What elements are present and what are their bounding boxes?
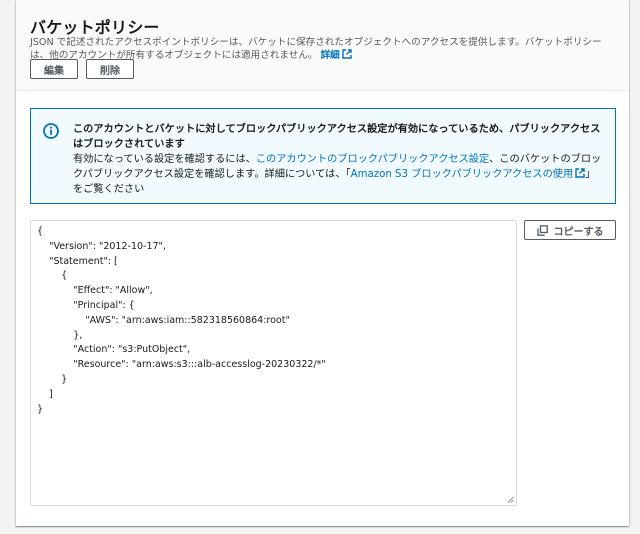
delete-button[interactable]: 削除 (86, 59, 134, 79)
s3-bpa-docs-link[interactable]: Amazon S3 ブロックパブリックアクセスの使用 (350, 168, 586, 180)
resize-handle-icon[interactable] (507, 496, 514, 503)
copy-button[interactable]: コピーする (524, 220, 616, 240)
external-link-icon (342, 49, 352, 59)
info-circle-icon (43, 123, 59, 139)
alert-title: このアカウントとバケットに対してブロックパブリックアクセス設定が有効になっている… (73, 124, 601, 150)
bucket-policy-panel: バケットポリシー JSON で記述されたアクセスポイントポリシーは、バケットに保… (16, 0, 629, 526)
info-alert: このアカウントとバケットに対してブロックパブリックアクセス設定が有効になっている… (30, 108, 616, 204)
details-link-label: 詳細 (320, 50, 340, 61)
details-link[interactable]: 詳細 (320, 49, 352, 61)
account-bpa-settings-link[interactable]: このアカウントのブロックパブリックアクセス設定 (256, 154, 489, 165)
copy-icon (536, 224, 548, 236)
external-link-icon (575, 168, 585, 178)
policy-json-viewer[interactable]: { "Version": "2012-10-17", "Statement": … (30, 220, 517, 506)
copy-button-label: コピーする (553, 226, 604, 238)
description-text: JSON で記述されたアクセスポイントポリシーは、バケットに保存されたオブジェク… (30, 37, 602, 61)
edit-button[interactable]: 編集 (30, 59, 78, 79)
policy-json-text: { "Version": "2012-10-17", "Statement": … (37, 226, 326, 415)
alert-body: 有効になっている設定を確認するには、このアカウントのブロックパブリックアクセス設… (73, 152, 603, 197)
panel-header: バケットポリシー JSON で記述されたアクセスポイントポリシーは、バケットに保… (16, 0, 629, 91)
s3-bpa-docs-link-label: Amazon S3 ブロックパブリックアクセスの使用 (350, 169, 574, 180)
alert-body-prefix: 有効になっている設定を確認するには、 (73, 154, 256, 165)
panel-title: バケットポリシー (30, 18, 160, 37)
